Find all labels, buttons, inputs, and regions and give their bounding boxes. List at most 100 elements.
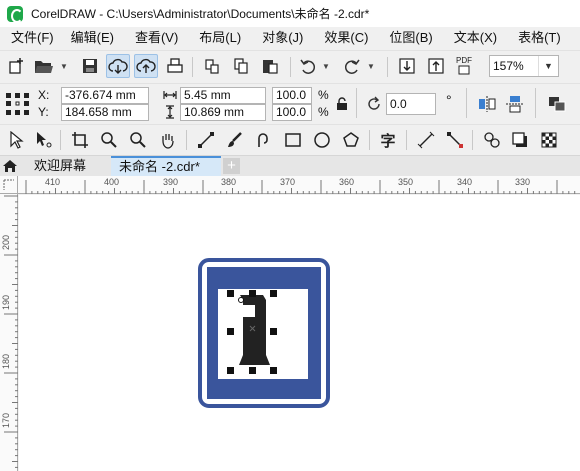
lock-ratio-icon[interactable]	[336, 97, 348, 111]
redo-icon[interactable]	[340, 54, 364, 78]
fuel-pump-icon[interactable]	[239, 295, 270, 365]
ruler-tick-label: 400	[104, 177, 120, 187]
transparency-tool-icon[interactable]	[537, 128, 561, 152]
y-label: Y:	[38, 105, 49, 119]
toolbar-separator	[186, 130, 187, 150]
pdf-label: PDF	[456, 56, 472, 65]
ruler-tick-label: 180	[1, 353, 11, 369]
ruler-tick-label: 390	[163, 177, 179, 187]
menu-table[interactable]: 表格(T)	[504, 27, 568, 49]
ruler-tick-label: 340	[457, 177, 473, 187]
ellipse-tool-icon[interactable]	[310, 128, 334, 152]
ruler-origin-corner[interactable]	[0, 176, 18, 194]
toolbar-separator	[369, 130, 370, 150]
ruler-tick-label: 170	[1, 412, 11, 428]
ruler-tick-label: 410	[45, 177, 61, 187]
redo-dropdown-icon[interactable]: ▼	[367, 62, 375, 71]
open-dropdown-icon[interactable]: ▼	[60, 62, 68, 71]
toolbar-separator	[60, 130, 61, 150]
rectangle-tool-icon[interactable]	[281, 128, 305, 152]
vertical-ruler[interactable]: 200 190 180 170	[0, 194, 18, 471]
zoom-tool-icon[interactable]	[97, 128, 121, 152]
width-input[interactable]: 5.45 mm	[180, 87, 266, 104]
zoom-out-tool-icon[interactable]	[126, 128, 150, 152]
cloud-import-icon[interactable]	[106, 54, 130, 78]
cloud-export-icon[interactable]	[134, 54, 158, 78]
width-icon	[163, 89, 177, 101]
scale-width-input[interactable]: 100.0	[272, 87, 312, 104]
freehand-tool-icon[interactable]	[194, 128, 218, 152]
print-icon[interactable]	[163, 54, 187, 78]
publish-pdf-icon[interactable]: PDF	[452, 54, 476, 78]
toolbox: 字	[0, 124, 580, 154]
document-tab-bar: 欢迎屏幕 未命名 -2.cdr* +	[0, 155, 580, 176]
ruler-tick-label: 380	[221, 177, 237, 187]
shape-tool-icon[interactable]	[32, 128, 56, 152]
blend-tool-icon[interactable]	[480, 128, 504, 152]
crop-tool-icon[interactable]	[68, 128, 92, 152]
menu-file[interactable]: 文件(F)	[0, 27, 61, 49]
cut-icon[interactable]	[200, 54, 224, 78]
menu-bar: 文件(F) 编辑(E) 查看(V) 布局(L) 对象(J) 效果(C) 位图(B…	[0, 27, 580, 49]
coreldraw-logo-icon	[7, 5, 23, 23]
y-position-input[interactable]: 184.658 mm	[61, 104, 149, 121]
toolbar-separator	[472, 130, 473, 150]
mirror-horizontal-icon[interactable]	[475, 92, 499, 116]
ruler-tick-label: 190	[1, 294, 11, 310]
open-folder-icon[interactable]	[32, 54, 56, 78]
x-position-input[interactable]: -376.674 mm	[61, 87, 149, 104]
menu-bitmaps[interactable]: 位图(B)	[375, 27, 439, 49]
export-icon[interactable]	[424, 54, 448, 78]
rotation-input[interactable]: 0.0	[386, 93, 436, 115]
new-document-icon[interactable]	[5, 54, 29, 78]
menu-edit[interactable]: 编辑(E)	[61, 27, 121, 49]
paste-icon[interactable]	[258, 54, 282, 78]
mirror-vertical-icon[interactable]	[503, 92, 527, 116]
ruler-tick-label: 330	[515, 177, 531, 187]
x-label: X:	[38, 88, 50, 102]
menu-view[interactable]: 查看(V)	[121, 27, 185, 49]
property-bar: X: Y: -376.674 mm 184.658 mm 5.45 mm 10.…	[0, 83, 580, 123]
parallel-dimension-tool-icon[interactable]	[414, 128, 438, 152]
object-origin-icon[interactable]	[4, 91, 32, 117]
add-tab-button[interactable]: +	[223, 158, 240, 174]
undo-dropdown-icon[interactable]: ▼	[322, 62, 330, 71]
save-icon[interactable]	[78, 54, 102, 78]
connector-tool-icon[interactable]	[443, 128, 467, 152]
ruler-tick-label: 360	[339, 177, 355, 187]
zoom-dropdown-icon[interactable]: ▼	[538, 56, 558, 76]
toolbar-separator	[290, 57, 291, 77]
copy-icon[interactable]	[229, 54, 253, 78]
import-icon[interactable]	[395, 54, 419, 78]
menu-layout[interactable]: 布局(L)	[185, 27, 248, 49]
drop-shadow-tool-icon[interactable]	[508, 128, 532, 152]
pan-tool-icon[interactable]	[156, 128, 180, 152]
tab-document[interactable]: 未命名 -2.cdr*	[111, 156, 221, 176]
standard-toolbar: ▼ ▼ ▼ PDF 157% ▼	[0, 50, 580, 82]
height-icon	[164, 105, 176, 119]
height-input[interactable]: 10.869 mm	[180, 104, 266, 121]
menu-effects[interactable]: 效果(C)	[310, 27, 375, 49]
polygon-tool-icon[interactable]	[339, 128, 363, 152]
pick-tool-icon[interactable]	[4, 128, 28, 152]
menu-object[interactable]: 对象(J)	[248, 27, 310, 49]
menu-text[interactable]: 文本(X)	[440, 27, 504, 49]
artistic-media-tool-icon[interactable]	[223, 128, 247, 152]
toolbar-separator	[535, 88, 536, 118]
drawing-canvas[interactable]	[19, 195, 580, 471]
percent-label-h: %	[318, 105, 329, 119]
toolbar-separator	[466, 88, 467, 118]
scale-height-input[interactable]: 100.0	[272, 104, 312, 121]
horizontal-ruler[interactable]: 410 400 390 380 370 360 350 340 330	[18, 176, 580, 194]
degree-label: °	[446, 92, 452, 108]
toolbar-separator	[406, 130, 407, 150]
undo-icon[interactable]	[296, 54, 320, 78]
home-icon[interactable]	[2, 158, 18, 174]
pen-curve-tool-icon[interactable]	[252, 128, 276, 152]
arrange-icon[interactable]	[545, 92, 569, 116]
rotation-icon	[366, 96, 382, 112]
ruler-tick-label: 200	[1, 234, 11, 250]
window-title: CorelDRAW - C:\Users\Administrator\Docum…	[31, 7, 370, 21]
tab-welcome-screen[interactable]: 欢迎屏幕	[26, 156, 111, 176]
text-tool-icon[interactable]: 字	[376, 128, 400, 152]
